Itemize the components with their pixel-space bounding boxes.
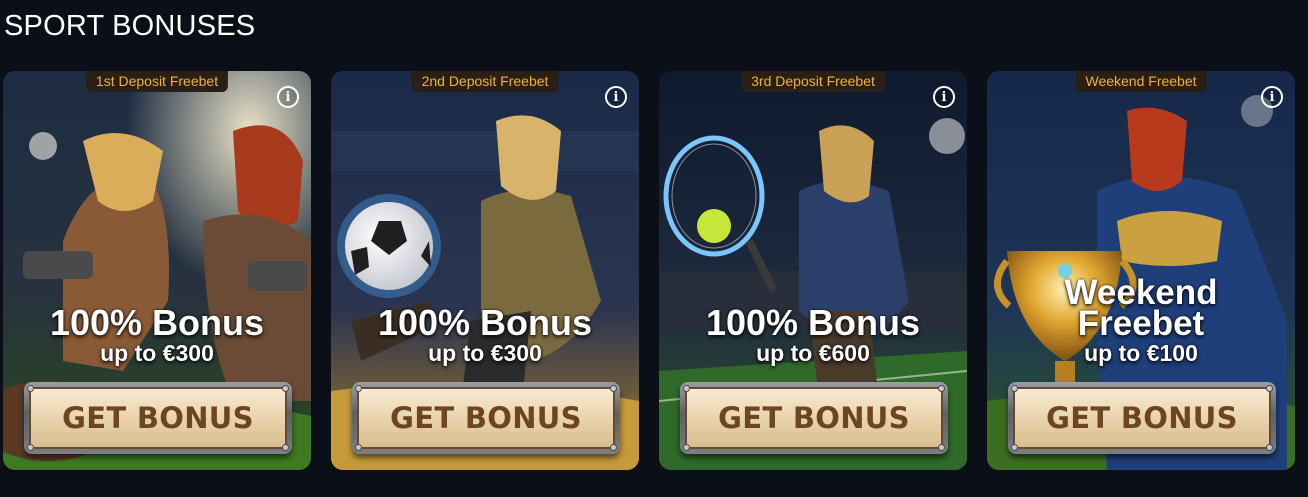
bonus-amount: up to €100: [1084, 340, 1198, 366]
get-bonus-button[interactable]: GET BONUS: [352, 382, 620, 454]
bonus-cards-row: 1st Deposit Freebet i 100% Bonus up to €…: [3, 71, 1303, 471]
bonus-headline: Weekend Freebet: [987, 275, 1295, 343]
get-bonus-button[interactable]: GET BONUS: [1008, 382, 1276, 454]
get-bonus-label: GET BONUS: [29, 387, 287, 449]
bonus-headline: 100% Bonus: [49, 302, 265, 343]
get-bonus-label: GET BONUS: [357, 387, 615, 449]
bonus-tag: 2nd Deposit Freebet: [411, 71, 559, 92]
bonus-tag: Weekend Freebet: [1075, 71, 1207, 92]
bonus-headline: 100% Bonus: [705, 302, 921, 343]
info-icon[interactable]: i: [277, 86, 299, 108]
bonus-tag: 3rd Deposit Freebet: [741, 71, 885, 92]
page-title: SPORT BONUSES: [4, 10, 256, 42]
bonus-headline-line2: Freebet: [1077, 304, 1205, 343]
info-icon[interactable]: i: [933, 86, 955, 108]
info-icon[interactable]: i: [605, 86, 627, 108]
get-bonus-button[interactable]: GET BONUS: [680, 382, 948, 454]
get-bonus-button[interactable]: GET BONUS: [24, 382, 292, 454]
get-bonus-label: GET BONUS: [1013, 387, 1271, 449]
bonus-amount: up to €600: [756, 340, 870, 366]
bonus-card-3rd-deposit[interactable]: 3rd Deposit Freebet i 100% Bonus up to €…: [659, 71, 967, 470]
bonus-tag: 1st Deposit Freebet: [85, 71, 229, 92]
bonus-amount: up to €300: [100, 340, 214, 366]
info-icon[interactable]: i: [1261, 86, 1283, 108]
bonus-headline: 100% Bonus: [377, 302, 593, 343]
bonus-card-weekend[interactable]: Weekend Freebet i Weekend Freebet up to …: [987, 71, 1295, 470]
bonus-card-2nd-deposit[interactable]: 2nd Deposit Freebet i 100% Bonus up to €…: [331, 71, 639, 470]
get-bonus-label: GET BONUS: [685, 387, 943, 449]
bonus-card-1st-deposit[interactable]: 1st Deposit Freebet i 100% Bonus up to €…: [3, 71, 311, 470]
bonus-amount: up to €300: [428, 340, 542, 366]
